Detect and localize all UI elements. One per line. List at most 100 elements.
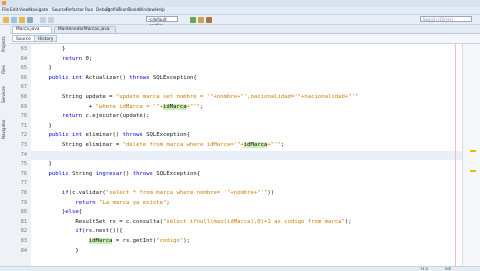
code-line[interactable]: 63 }: [21, 45, 462, 55]
redo-icon[interactable]: [48, 16, 54, 23]
line-number: 78: [20, 190, 27, 196]
save-all-icon[interactable]: [27, 16, 33, 23]
string-token: "La marca ya existe": [99, 199, 167, 206]
code-line[interactable]: 76 public String ingresar() throws SQLEx…: [21, 170, 462, 180]
code-line[interactable]: 69 + "where idMarca = '"+idMarca+"'";: [21, 103, 462, 113]
code-token: }: [35, 46, 66, 52]
line-number: 66: [20, 74, 27, 81]
line-number: 82: [20, 228, 27, 235]
code-text: String eliminar = "delete from marca whe…: [35, 141, 284, 151]
files-panel-tab[interactable]: Files: [1, 61, 9, 79]
tab-marca[interactable]: Marca.java: [12, 26, 52, 33]
menu-item-window[interactable]: Window: [138, 8, 155, 13]
code-line[interactable]: 65 }: [21, 64, 462, 74]
new-file-icon[interactable]: [11, 16, 17, 23]
line-number: 75: [20, 161, 27, 168]
history-view-button[interactable]: History: [34, 35, 58, 42]
code-text: if(rs.next()){: [35, 227, 123, 237]
new-project-icon[interactable]: [3, 16, 9, 23]
code-line[interactable]: 84 }: [21, 247, 462, 257]
menu-item-tools[interactable]: Tools: [128, 8, 139, 13]
code-token: String eliminar =: [35, 142, 123, 148]
config-select[interactable]: <default config>: [146, 16, 178, 28]
code-text: }: [35, 45, 65, 55]
menu-item-refactor[interactable]: Refactor: [66, 8, 84, 13]
code-line[interactable]: 72 public int eliminar() throws SQLExcep…: [21, 131, 462, 141]
code-line[interactable]: 81 ResultSet rs = c.consulta("select ifn…: [21, 218, 462, 228]
code-line[interactable]: 73 String eliminar = "delete from marca …: [21, 141, 462, 151]
line-number: 65: [20, 65, 27, 72]
code-line[interactable]: 68 String update = "update marca set nom…: [21, 93, 462, 103]
code-text: if(c.validar("select * from marca where …: [35, 189, 274, 199]
code-line[interactable]: 74: [21, 150, 462, 161]
code-line[interactable]: 78 if(c.validar("select * from marca whe…: [21, 189, 462, 199]
line-number: 73: [20, 142, 27, 148]
code-token: )): [267, 190, 275, 196]
line-number: 68: [20, 94, 27, 100]
keyword-token: return: [61, 113, 83, 120]
highlighted-token: idMarca: [88, 238, 113, 244]
string-token: "update marca set nombre = '"+nombre+"',…: [115, 94, 359, 100]
services-panel-tab[interactable]: Services: [1, 83, 9, 107]
right-margin-guide: [455, 44, 456, 266]
code-line[interactable]: 64 return 0;: [21, 55, 462, 65]
code-line[interactable]: 77: [21, 179, 462, 189]
code-editor[interactable]: 63 } 64 return 0; 65 } 66 public int Actual…: [21, 44, 462, 266]
code-token: }: [35, 161, 52, 168]
occurrence-marker[interactable]: [470, 170, 476, 172]
navigator-panel-tab[interactable]: Navigator: [1, 115, 9, 143]
keyword-token: public: [48, 170, 69, 177]
code-token: ResultSet rs = c.consulta(: [35, 218, 163, 225]
code-token: SQLException{: [152, 170, 201, 177]
code-line[interactable]: 83 idMarca = rs.getInt("codigo");: [21, 237, 462, 247]
editor-tab-bar: Marca.java MantenedorMarcas.java: [10, 25, 480, 34]
search-input[interactable]: Search (Ctrl+I): [420, 16, 472, 22]
menu-item-view[interactable]: View: [19, 8, 29, 13]
source-view-button[interactable]: Source: [12, 35, 35, 42]
code-line[interactable]: 75 }: [21, 160, 462, 170]
line-number: 63: [20, 46, 27, 52]
code-token: = rs.getInt(: [112, 238, 157, 244]
code-text: return c.ejecutar(update);: [35, 112, 150, 122]
open-project-icon[interactable]: [19, 16, 25, 23]
code-line[interactable]: 67: [21, 83, 462, 93]
menu-item-help[interactable]: Help: [155, 8, 165, 13]
code-line[interactable]: 70 return c.ejecutar(update);: [21, 112, 462, 122]
code-line[interactable]: 80 }else{: [21, 208, 462, 218]
projects-panel-tab[interactable]: Projects: [1, 31, 9, 57]
highlighted-token: idMarca: [243, 142, 268, 148]
code-token: (rs.next()){: [82, 228, 123, 235]
undo-icon[interactable]: [40, 16, 46, 23]
code-text: public int eliminar() throws SQLExceptio…: [35, 131, 189, 141]
code-line[interactable]: 71 }: [21, 122, 462, 132]
string-token: "codigo": [156, 238, 184, 244]
menu-item-navigate[interactable]: Navigate: [29, 8, 48, 13]
menu-item-run[interactable]: Run: [85, 8, 93, 13]
code-token: ;: [166, 199, 170, 206]
occurrence-marker[interactable]: [470, 150, 476, 152]
code-line[interactable]: 79 return "La marca ya existe";: [21, 199, 462, 209]
menu-item-source[interactable]: Source: [52, 8, 67, 13]
code-token: }: [35, 65, 52, 72]
debug-icon[interactable]: [206, 16, 212, 23]
line-number: 84: [20, 247, 27, 254]
keyword-token: throws: [132, 170, 153, 177]
line-number: 74: [20, 151, 27, 158]
code-token: );: [344, 218, 352, 225]
menu-item-file[interactable]: File: [2, 8, 9, 13]
editor-scrollbar[interactable]: [462, 44, 480, 266]
code-text: public int Actualizar() throws SQLExcept…: [35, 74, 197, 84]
build-icon[interactable]: [198, 16, 204, 23]
line-number: 72: [20, 132, 27, 139]
line-number: 70: [20, 113, 27, 120]
menu-item-edit[interactable]: Edit: [10, 8, 18, 13]
line-number: 67: [20, 84, 27, 91]
tab-mantenedor-marcas[interactable]: MantenedorMarcas.java: [54, 26, 116, 33]
line-number: 81: [20, 218, 27, 225]
run-icon[interactable]: [190, 16, 196, 23]
code-line[interactable]: 66 public int Actualizar() throws SQLExc…: [21, 74, 462, 84]
code-line[interactable]: 82 if(rs.next()){: [21, 227, 462, 237]
code-token: SQLException{: [149, 74, 197, 81]
